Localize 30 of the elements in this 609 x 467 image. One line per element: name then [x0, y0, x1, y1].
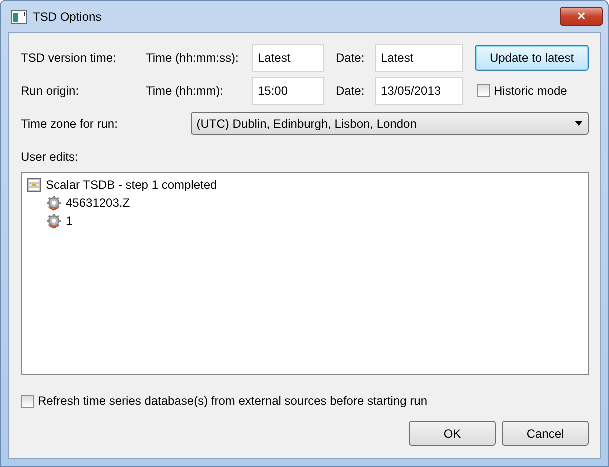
field-label: Date:	[335, 82, 366, 100]
caret-icon	[575, 121, 583, 126]
cancel-button[interactable]: Cancel	[502, 421, 589, 446]
tree-item[interactable]: 1	[46, 212, 584, 230]
tree-item[interactable]: Scalar TSDB - step 1 completed	[26, 176, 584, 194]
date-field[interactable]: 13/05/2013	[375, 76, 463, 104]
update-button[interactable]: Update to latest	[475, 44, 589, 70]
section-label: User edits:	[21, 149, 80, 166]
ok-button[interactable]: OK	[409, 421, 496, 446]
field-label: Time zone for run:	[21, 116, 119, 132]
field-label: TSD version time:	[21, 50, 118, 66]
database-icon	[26, 177, 42, 193]
date-field[interactable]: Latest	[375, 44, 463, 72]
checkbox-label: Historic mode	[494, 82, 568, 100]
field-label: Time (hh:mm):	[146, 82, 225, 100]
checkbox[interactable]	[477, 84, 490, 97]
checkbox[interactable]	[21, 394, 34, 408]
checkbox-label: Refresh time series database(s) from external sources before starting run	[38, 393, 428, 410]
window-title: TSD Options	[33, 8, 102, 26]
time-field[interactable]: Latest	[252, 44, 324, 72]
gear-icon	[46, 213, 62, 229]
time-zone-dropdown[interactable]: (UTC) Dublin, Edinburgh, Lisbon, London	[190, 112, 589, 135]
tree-item[interactable]: 45631203.Z	[46, 194, 584, 212]
field-label: Date:	[335, 50, 366, 66]
field-label: Run origin:	[21, 82, 80, 100]
time-field[interactable]: 15:00	[252, 76, 324, 104]
gear-icon	[46, 195, 62, 211]
close-button[interactable]: ✕	[560, 7, 603, 26]
field-label: Time (hh:mm:ss):	[146, 50, 240, 66]
app-icon	[11, 10, 27, 24]
